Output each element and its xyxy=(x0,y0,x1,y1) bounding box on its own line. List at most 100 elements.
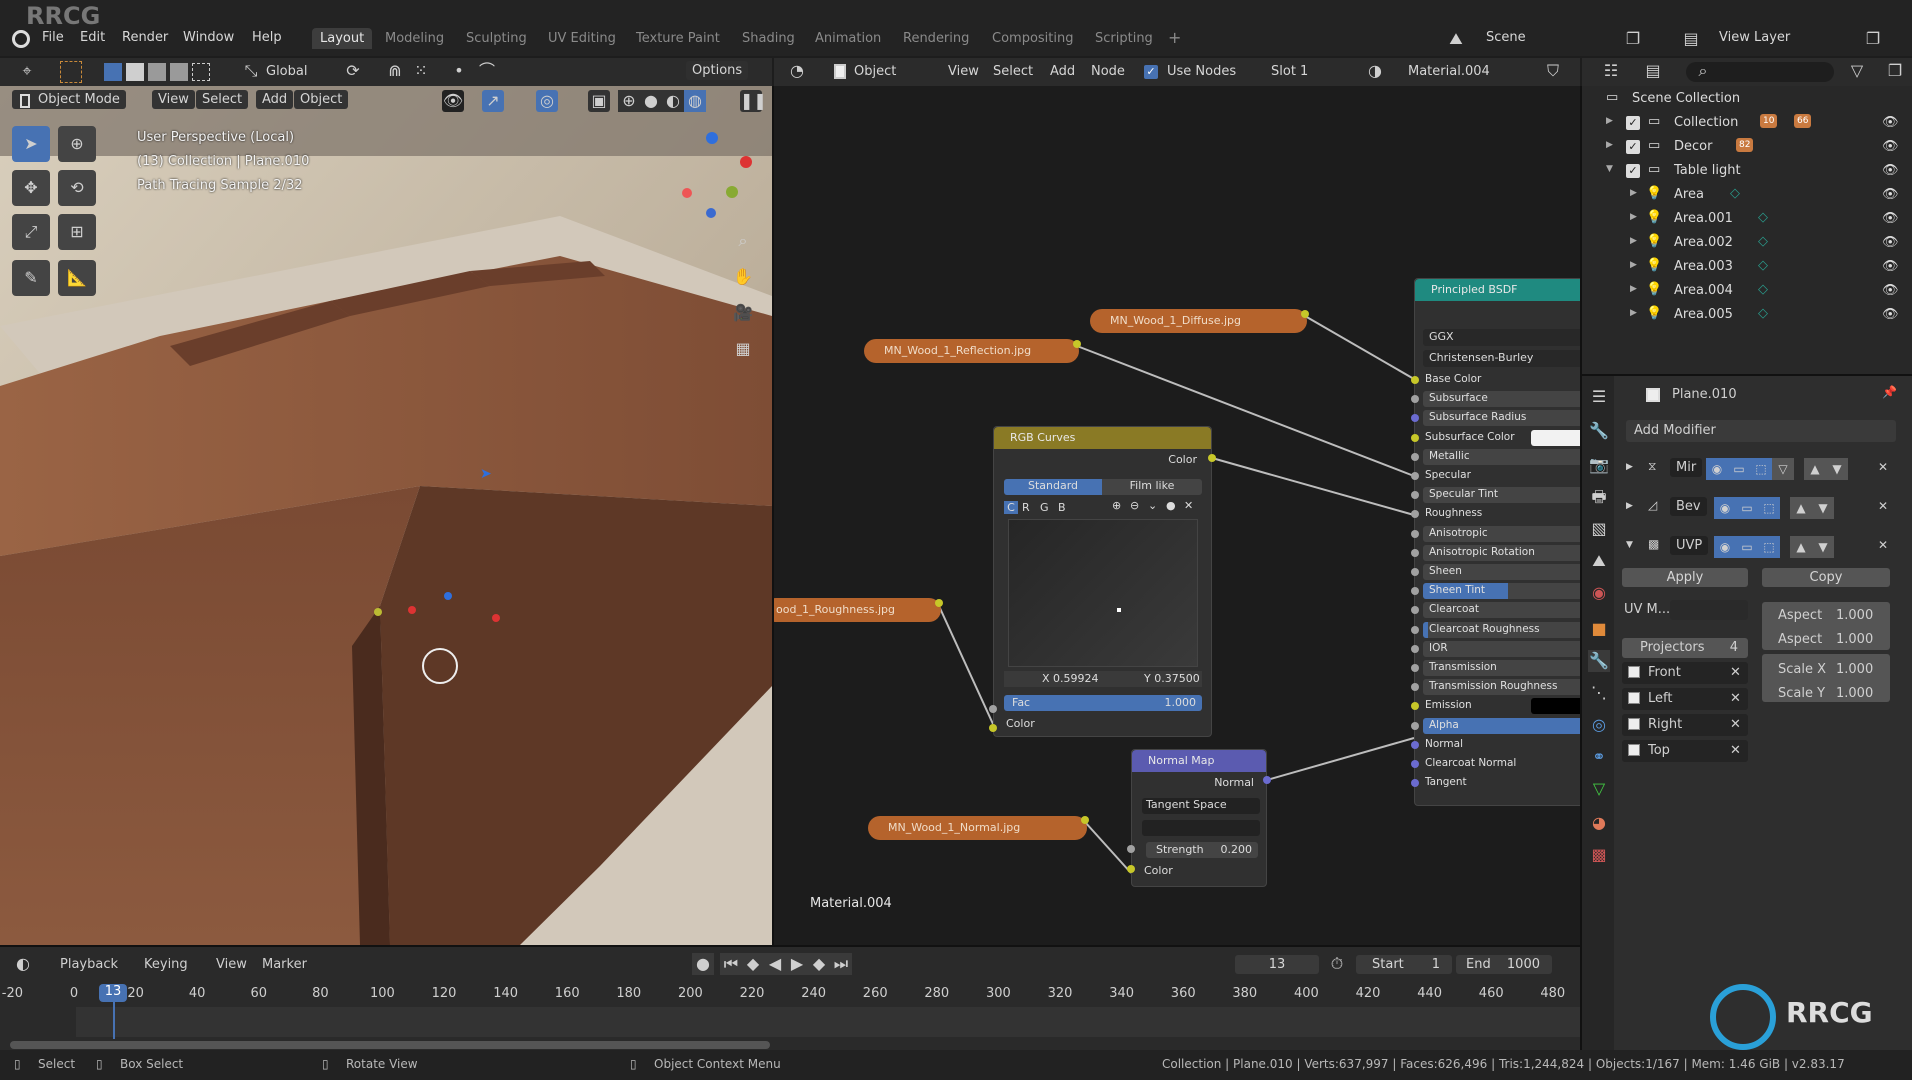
tab-tool-icon[interactable]: 🔧 xyxy=(1588,420,1610,442)
jump-start-icon[interactable]: ⏮ xyxy=(720,953,742,975)
new-scene-icon[interactable]: ❐ xyxy=(1622,28,1644,50)
tab-constraints-icon[interactable]: ⚭ xyxy=(1588,746,1610,768)
include-checkbox[interactable]: ✓ xyxy=(1626,140,1640,154)
curve-tools-chevron-icon[interactable]: ⌄ xyxy=(1148,499,1157,512)
options-dropdown[interactable]: Options xyxy=(686,61,749,80)
menu-help[interactable]: Help xyxy=(252,30,282,45)
3d-viewport[interactable]: Object Mode View Select Add Object 👁 ↗ ◎… xyxy=(0,86,772,945)
expand-right-icon[interactable]: ▶ xyxy=(1630,236,1637,246)
tab-uv-editing[interactable]: UV Editing xyxy=(548,31,616,46)
gizmo-handle-y-icon[interactable] xyxy=(374,608,382,616)
tab-texture-icon[interactable]: ▩ xyxy=(1588,844,1610,866)
move-up-icon[interactable]: ▲ xyxy=(1790,536,1812,558)
editmode-toggle-icon[interactable]: ⬚ xyxy=(1758,497,1780,519)
projector-row[interactable]: Left ✕ xyxy=(1622,688,1748,710)
select-tool-button[interactable] xyxy=(60,61,82,83)
outliner-view-layer-icon[interactable]: ▤ xyxy=(1642,60,1664,82)
playhead-frame-badge[interactable]: 13 xyxy=(99,984,127,1002)
annotate-tool-icon[interactable]: ✎ xyxy=(12,260,50,296)
outliner-row[interactable]: ▶ ✓ ▭ Collection 10 66 👁 xyxy=(1582,112,1912,136)
add-modifier-dropdown[interactable]: Add Modifier xyxy=(1626,420,1896,442)
render-toggle-icon[interactable]: ◉ xyxy=(1714,497,1736,519)
clear-projector-icon[interactable]: ✕ xyxy=(1730,665,1741,680)
curve-point-coords[interactable]: X 0.59924 Y 0.37500 xyxy=(1004,671,1202,687)
space-dropdown[interactable]: Tangent Space xyxy=(1142,798,1260,814)
light-data-icon[interactable]: ◇ xyxy=(1730,186,1740,201)
play-reverse-icon[interactable]: ◀ xyxy=(764,953,786,975)
visibility-eye-icon[interactable]: 👁 xyxy=(1882,259,1899,274)
tab-world-icon[interactable]: ◉ xyxy=(1588,582,1610,604)
outliner-row[interactable]: ▶ 💡 Area ◇ 👁 xyxy=(1582,184,1912,208)
image-node-diffuse[interactable]: MN_Wood_1_Diffuse.jpg xyxy=(1090,309,1307,333)
zoom-out-icon[interactable]: ⊖ xyxy=(1130,499,1139,512)
navigation-gizmo[interactable] xyxy=(660,126,760,226)
bsdf-input-row[interactable]: Roughness xyxy=(1411,505,1580,523)
expand-right-icon[interactable]: ▶ xyxy=(1630,212,1637,222)
normal-map-node[interactable]: Normal Map Normal Tangent Space Strength… xyxy=(1131,749,1267,887)
tab-animation[interactable]: Animation xyxy=(815,31,881,46)
clear-projector-icon[interactable]: ✕ xyxy=(1730,691,1741,706)
bsdf-input-row[interactable]: Clearcoat Roughness xyxy=(1411,621,1580,639)
projector-row[interactable]: Front ✕ xyxy=(1622,662,1748,684)
expand-right-icon[interactable]: ▶ xyxy=(1630,308,1637,318)
select-mode-intersect-button[interactable] xyxy=(192,63,210,81)
bsdf-input-row[interactable]: Subsurface Radius xyxy=(1411,409,1580,427)
modifier-panel[interactable]: ▶ ⧖ Mir ◉ ▭ ⬚ ▽ ▲ ▼ ✕ xyxy=(1622,454,1902,484)
menu-file[interactable]: File xyxy=(42,30,64,45)
node-header[interactable]: Normal Map xyxy=(1132,750,1266,772)
socket-vector[interactable] xyxy=(1411,414,1419,423)
subsurface-method-dropdown[interactable]: Christensen-Burley xyxy=(1423,350,1580,367)
gizmo-handle-x-icon[interactable] xyxy=(492,614,500,622)
node-menu-node[interactable]: Node xyxy=(1091,64,1125,79)
cage-toggle-icon[interactable]: ▽ xyxy=(1772,458,1794,480)
viewport-menu-view[interactable]: View xyxy=(152,90,195,109)
falloff-icon[interactable]: ⌒ xyxy=(476,60,498,82)
outliner-row[interactable]: ▶ 💡 Area.004 ◇ 👁 xyxy=(1582,280,1912,304)
move-tool-icon[interactable]: ✥ xyxy=(12,170,50,206)
prev-keyframe-icon[interactable]: ◆ xyxy=(742,953,764,975)
transform-tool-icon[interactable]: ⊞ xyxy=(58,214,96,250)
shader-type-dropdown[interactable]: Object xyxy=(854,64,896,79)
frame-ruler[interactable]: -20 0 20 40 60 80 100 120 140 160 180 200 220 240 260 2… xyxy=(0,983,1580,1005)
scale-tool-icon[interactable]: ⤢ xyxy=(12,214,50,250)
socket-color-out[interactable] xyxy=(1208,454,1216,462)
add-workspace-button[interactable]: + xyxy=(1168,28,1181,47)
socket-vector[interactable] xyxy=(1411,760,1419,768)
channel-r[interactable]: R xyxy=(1022,501,1030,514)
slot-dropdown[interactable]: Slot 1 xyxy=(1271,64,1308,79)
socket-normal-out[interactable] xyxy=(1263,776,1271,784)
modifier-panel[interactable]: ▼ ▩ UVP ◉ ▭ ⬚ ▲ ▼ ✕ xyxy=(1622,532,1902,562)
material-browse-icon[interactable]: ◑ xyxy=(1364,60,1386,82)
socket-color[interactable] xyxy=(1411,376,1419,384)
move-down-icon[interactable]: ▼ xyxy=(1826,458,1848,480)
outliner-row[interactable]: ▶ 💡 Area.005 ◇ 👁 xyxy=(1582,304,1912,328)
socket-vector[interactable] xyxy=(1411,740,1419,749)
bsdf-input-row[interactable]: Alpha xyxy=(1411,717,1580,735)
scene-collection-row[interactable]: ▭ Scene Collection xyxy=(1582,88,1912,112)
visibility-eye-icon[interactable]: 👁 xyxy=(1882,115,1899,130)
socket-fac-in[interactable] xyxy=(989,705,997,713)
socket-color[interactable] xyxy=(1081,816,1089,824)
render-toggle-icon[interactable]: ◉ xyxy=(1706,458,1728,480)
socket-float[interactable] xyxy=(1411,625,1419,634)
apply-button[interactable]: Apply xyxy=(1622,568,1748,587)
transform-pivot-icon[interactable]: ⌖ xyxy=(16,60,38,82)
tab-compositing[interactable]: Compositing xyxy=(992,31,1074,46)
visibility-eye-icon[interactable]: 👁 xyxy=(1882,187,1899,202)
start-frame-field[interactable]: Start 1 xyxy=(1356,955,1452,974)
select-mode-invert-button[interactable] xyxy=(170,63,188,81)
projector-row[interactable]: Right ✕ xyxy=(1622,714,1748,736)
rotate-tool-icon[interactable]: ⟲ xyxy=(58,170,96,206)
snap-increment-icon[interactable]: ⁙ xyxy=(410,60,432,82)
expand-right-icon[interactable]: ▶ xyxy=(1630,188,1637,198)
expand-right-icon[interactable]: ▶ xyxy=(1606,116,1613,126)
numeric-field[interactable]: Scale Y 1.000 xyxy=(1762,684,1890,704)
axis-neg-x-icon[interactable] xyxy=(682,188,692,198)
axis-z-icon[interactable] xyxy=(706,132,718,144)
menu-edit[interactable]: Edit xyxy=(80,30,105,45)
editmode-toggle-icon[interactable]: ⬚ xyxy=(1758,536,1780,558)
select-mode-extend-button[interactable] xyxy=(126,63,144,81)
bsdf-input-row[interactable]: Anisotropic xyxy=(1411,525,1580,543)
point-x-field[interactable]: X 0.59924 xyxy=(1042,672,1099,685)
move-up-icon[interactable]: ▲ xyxy=(1804,458,1826,480)
